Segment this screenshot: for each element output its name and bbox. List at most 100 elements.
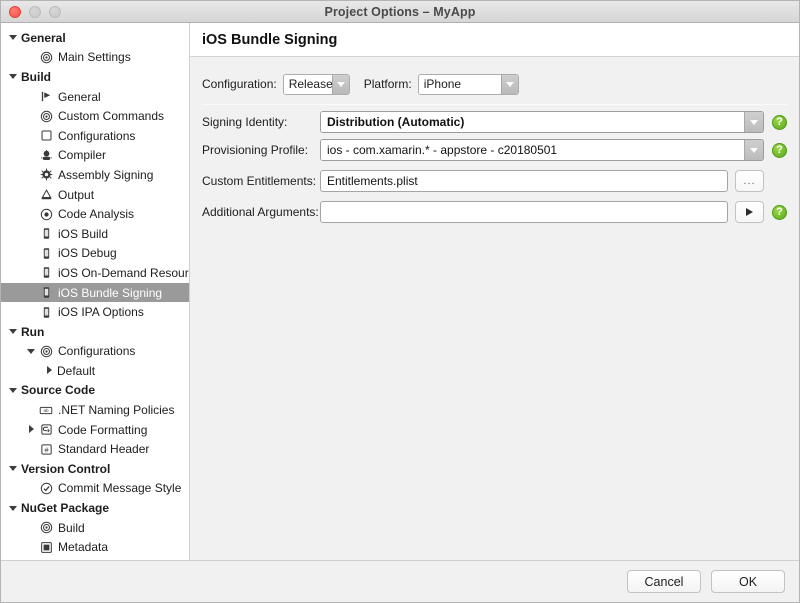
sidebar-item-custom-commands[interactable]: Custom Commands	[1, 106, 189, 126]
sidebar-item-configurations[interactable]: Configurations	[1, 342, 189, 362]
sidebar-item-label: Configurations	[58, 345, 135, 357]
twisty-spacer	[27, 210, 36, 219]
sidebar-item-label: Metadata	[58, 541, 108, 553]
custom-entitlements-label: Custom Entitlements:	[202, 174, 320, 188]
minimize-button[interactable]	[29, 6, 41, 18]
sidebar-item-main-settings[interactable]: Main Settings	[1, 48, 189, 68]
sidebar-item-ios-bundle-signing[interactable]: iOS Bundle Signing	[1, 283, 189, 303]
chevron-down-icon[interactable]	[9, 386, 18, 395]
sidebar-item-commit-message-style[interactable]: Commit Message Style	[1, 479, 189, 499]
dialog-footer: Cancel OK	[1, 560, 799, 602]
title-bar: Project Options – MyApp	[1, 1, 799, 23]
device-icon	[39, 266, 53, 280]
cancel-button[interactable]: Cancel	[627, 570, 701, 593]
sidebar-item-label: General	[58, 91, 101, 103]
additional-arguments-help-icon[interactable]: ?	[772, 205, 787, 220]
twisty-spacer	[27, 288, 36, 297]
twisty-spacer	[27, 151, 36, 160]
chevron-down-icon[interactable]	[9, 464, 18, 473]
flag-icon	[39, 90, 53, 104]
signing-identity-select[interactable]: Distribution (Automatic)	[320, 111, 764, 133]
close-button[interactable]	[9, 6, 21, 18]
sidebar-item-version-control[interactable]: Version Control	[1, 459, 189, 479]
chevron-right-icon[interactable]	[45, 366, 54, 375]
chevron-down-icon[interactable]	[9, 327, 18, 336]
window-title: Project Options – MyApp	[325, 5, 476, 19]
sidebar-item-general[interactable]: General	[1, 28, 189, 48]
configuration-row: Configuration: Release Platform: iPhone	[202, 73, 787, 95]
project-options-window: Project Options – MyApp GeneralMain Sett…	[0, 0, 800, 603]
chevron-down-icon[interactable]	[9, 33, 18, 42]
settings-sidebar[interactable]: GeneralMain SettingsBuildGeneralCustom C…	[1, 23, 190, 560]
chevron-down-icon[interactable]	[332, 75, 349, 94]
window-controls	[9, 1, 61, 23]
twisty-spacer	[27, 112, 36, 121]
sidebar-item-general[interactable]: General	[1, 87, 189, 107]
chevron-down-icon[interactable]	[9, 72, 18, 81]
additional-arguments-expand-button[interactable]	[735, 201, 764, 223]
sidebar-item-label: Build	[58, 522, 85, 534]
sidebar-item-code-analysis[interactable]: Code Analysis	[1, 204, 189, 224]
sidebar-item-compiler[interactable]: Compiler	[1, 146, 189, 166]
sidebar-item-label: Version Control	[21, 463, 110, 475]
signing-identity-label: Signing Identity:	[202, 115, 320, 129]
sidebar-item-label: Source Code	[21, 384, 95, 396]
sidebar-item-standard-header[interactable]: #Standard Header	[1, 439, 189, 459]
platform-label: Platform:	[364, 77, 412, 91]
sidebar-item-build[interactable]: Build	[1, 518, 189, 538]
chevron-down-icon[interactable]	[9, 504, 18, 513]
sidebar-item-code-formatting[interactable]: Code Formatting	[1, 420, 189, 440]
sidebar-item-default[interactable]: Default	[1, 361, 189, 381]
ok-button[interactable]: OK	[711, 570, 785, 593]
device-icon	[39, 246, 53, 260]
provisioning-profile-select[interactable]: ios - com.xamarin.* - appstore - c201805…	[320, 139, 764, 161]
sidebar-item-source-code[interactable]: Source Code	[1, 381, 189, 401]
chevron-down-icon[interactable]	[744, 140, 763, 160]
custom-entitlements-browse-button[interactable]: ...	[735, 170, 764, 192]
sidebar-item-label: Assembly Signing	[58, 169, 153, 181]
sidebar-item-label: Configurations	[58, 130, 135, 142]
sidebar-item-nuget-package[interactable]: NuGet Package	[1, 498, 189, 518]
gear-icon	[39, 50, 53, 64]
twisty-spacer	[27, 308, 36, 317]
chevron-down-icon[interactable]	[744, 112, 763, 132]
additional-arguments-input[interactable]	[320, 201, 728, 223]
chevron-down-icon[interactable]	[27, 347, 36, 356]
sidebar-item-build[interactable]: Build	[1, 67, 189, 87]
sidebar-item-assembly-signing[interactable]: Assembly Signing	[1, 165, 189, 185]
naming-icon: ab	[39, 403, 53, 417]
chevron-right-icon[interactable]	[27, 425, 36, 434]
additional-arguments-label: Additional Arguments:	[202, 205, 320, 219]
sidebar-item-metadata[interactable]: Metadata	[1, 537, 189, 557]
svg-text:ab: ab	[43, 408, 49, 413]
sidebar-item-label: iOS On-Demand Resources	[58, 267, 190, 279]
main-panel: iOS Bundle Signing Configuration: Releas…	[190, 23, 799, 560]
provisioning-profile-help-icon[interactable]: ?	[772, 143, 787, 158]
sidebar-item-run[interactable]: Run	[1, 322, 189, 342]
output-icon	[39, 188, 53, 202]
panel-content: Configuration: Release Platform: iPhone …	[190, 57, 799, 560]
sidebar-item-net-naming-policies[interactable]: ab.NET Naming Policies	[1, 400, 189, 420]
metadata-icon	[39, 540, 53, 554]
additional-arguments-row: Additional Arguments: ?	[202, 201, 787, 223]
chevron-down-icon[interactable]	[501, 75, 518, 94]
configuration-select[interactable]: Release	[283, 74, 350, 95]
signing-identity-help-icon[interactable]: ?	[772, 115, 787, 130]
sidebar-item-ios-debug[interactable]: iOS Debug	[1, 244, 189, 264]
platform-select[interactable]: iPhone	[418, 74, 519, 95]
twisty-spacer	[27, 131, 36, 140]
twisty-spacer	[27, 229, 36, 238]
section-divider	[202, 104, 787, 105]
sidebar-item-ios-on-demand-resources[interactable]: iOS On-Demand Resources	[1, 263, 189, 283]
sidebar-item-configurations[interactable]: Configurations	[1, 126, 189, 146]
sidebar-item-output[interactable]: Output	[1, 185, 189, 205]
provisioning-profile-row: Provisioning Profile: ios - com.xamarin.…	[202, 139, 787, 161]
gear-icon	[39, 109, 53, 123]
zoom-button[interactable]	[49, 6, 61, 18]
custom-entitlements-row: Custom Entitlements: Entitlements.plist …	[202, 170, 787, 192]
custom-entitlements-input[interactable]: Entitlements.plist	[320, 170, 728, 192]
hash-icon: #	[39, 442, 53, 456]
page-title: iOS Bundle Signing	[202, 32, 337, 48]
sidebar-item-ios-ipa-options[interactable]: iOS IPA Options	[1, 302, 189, 322]
sidebar-item-ios-build[interactable]: iOS Build	[1, 224, 189, 244]
